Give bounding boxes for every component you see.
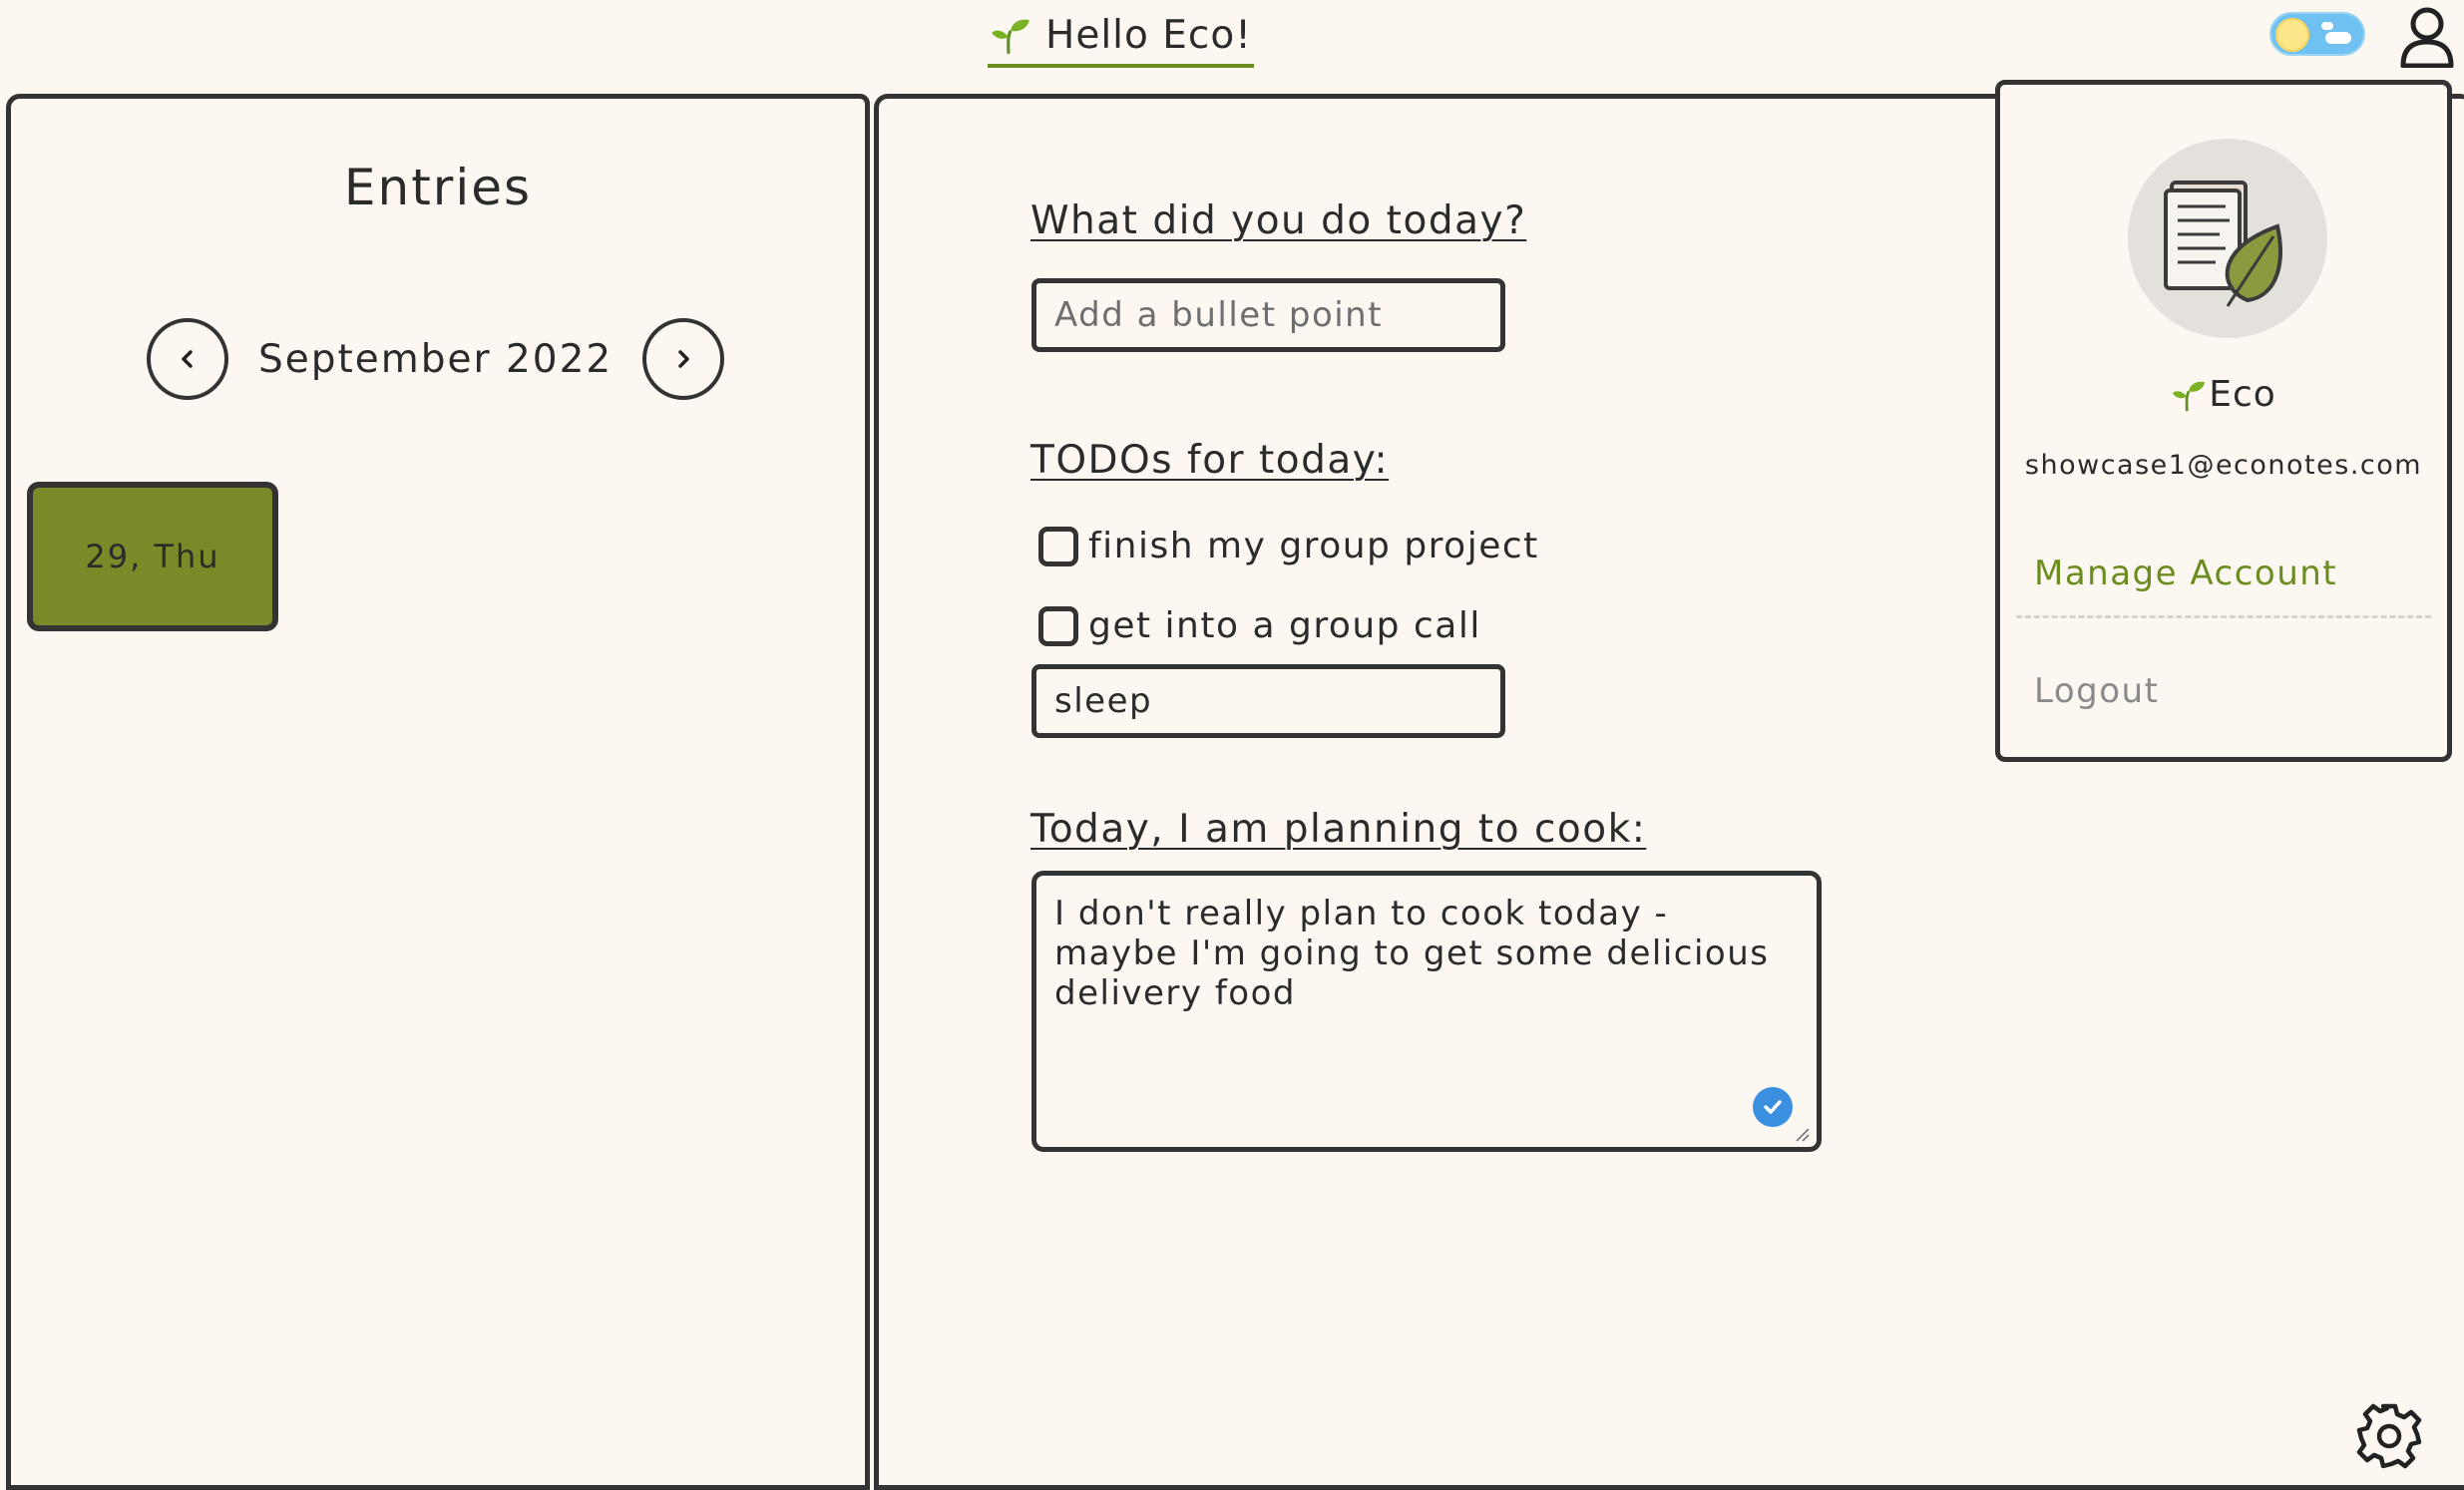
notebook-leaf-icon [2164, 181, 2282, 307]
entries-title: Entries [343, 159, 533, 216]
todo-checkbox[interactable] [1038, 605, 1078, 646]
sun-icon [2275, 18, 2309, 52]
theme-toggle[interactable] [2269, 12, 2365, 56]
top-bar: Hello Eco! [0, 0, 2464, 90]
greeting-link[interactable]: Hello Eco! [988, 8, 1254, 68]
cook-text: I don't really plan to cook today - mayb… [1054, 894, 1770, 1013]
logout-link[interactable]: Logout [2034, 671, 2159, 711]
manage-account-link[interactable]: Manage Account [2034, 554, 2337, 593]
done-section-title: What did you do today? [1030, 198, 1527, 243]
cloud-icon [2321, 22, 2333, 30]
prev-month-button[interactable] [147, 318, 228, 400]
month-label: September 2022 [258, 336, 614, 382]
profile-dropdown: Eco showcase1@econotes.com Manage Accoun… [1995, 80, 2452, 762]
bullet-point-input[interactable] [1031, 278, 1505, 352]
menu-divider [2016, 615, 2431, 618]
next-month-button[interactable] [642, 318, 725, 400]
todo-label: finish my group project [1088, 526, 1539, 566]
chevron-right-icon [678, 350, 689, 368]
todo-item: get into a group call [1038, 605, 1481, 646]
check-circle-icon [1753, 1087, 1793, 1127]
cloud-icon [2325, 32, 2351, 44]
todos-section-title: TODOs for today: [1030, 438, 1390, 483]
todo-checkbox[interactable] [1038, 526, 1078, 566]
greeting-text: Hello Eco! [1045, 12, 1252, 58]
gear-icon[interactable] [2354, 1401, 2424, 1471]
cook-textarea[interactable]: I don't really plan to cook today - mayb… [1031, 871, 1822, 1152]
profile-name: Eco [2000, 374, 2447, 415]
todo-input[interactable] [1031, 664, 1505, 738]
sprout-icon [2173, 381, 2206, 411]
entries-panel: Entries September 2022 29, Thu [6, 94, 870, 1490]
avatar [2128, 139, 2327, 338]
sprout-icon [992, 19, 1029, 54]
todo-label: get into a group call [1088, 605, 1481, 646]
profile-email: showcase1@econotes.com [2024, 450, 2423, 481]
todo-item: finish my group project [1038, 526, 1539, 566]
cook-section-title: Today, I am planning to cook: [1030, 807, 1647, 852]
profile-name-text: Eco [2209, 374, 2276, 415]
user-icon[interactable] [2397, 4, 2457, 68]
month-navigator: September 2022 [147, 314, 725, 404]
resize-handle-icon[interactable] [1793, 1125, 1811, 1143]
chevron-left-icon [182, 350, 193, 368]
entry-card[interactable]: 29, Thu [27, 482, 278, 631]
